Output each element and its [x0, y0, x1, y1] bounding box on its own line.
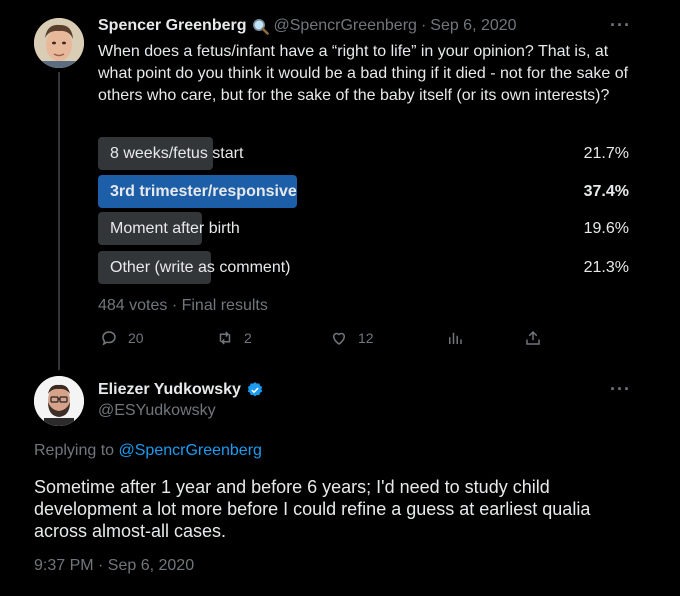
replying-to-prefix: Replying to — [34, 442, 119, 459]
reply-icon — [102, 331, 116, 346]
poll-option-percent: 37.4% — [583, 183, 629, 200]
author-handle[interactable]: @SpencrGreenberg — [274, 17, 417, 35]
retweet-icon — [219, 331, 231, 345]
tweet-text: When does a fetus/infant have a “right t… — [98, 43, 629, 104]
poll-option-label: Moment after birth — [110, 220, 240, 237]
separator: · — [420, 17, 427, 34]
share-button[interactable] — [524, 329, 542, 347]
share-icon — [526, 330, 540, 345]
poll-footer: 484 votes · Final results — [98, 297, 268, 314]
verified-badge-icon — [246, 381, 264, 399]
like-button[interactable]: 12 — [330, 329, 374, 347]
author-name[interactable]: Spencer Greenberg — [98, 17, 247, 35]
poll-option-1: 8 weeks/fetus start 21.7% — [98, 137, 633, 170]
reply-header: Eliezer Yudkowsky — [98, 381, 264, 399]
like-count: 12 — [358, 330, 374, 346]
spencer-avatar[interactable] — [34, 18, 84, 68]
reply-timestamp[interactable]: 9:37 PM · Sep 6, 2020 — [34, 557, 194, 575]
replying-to: Replying to @SpencrGreenberg — [34, 442, 262, 460]
poll-option-label: 8 weeks/fetus start — [110, 145, 244, 162]
replying-to-handle[interactable]: @SpencrGreenberg — [119, 442, 262, 459]
eliezer-avatar[interactable] — [34, 376, 84, 426]
poll-option-percent: 21.7% — [583, 145, 629, 162]
poll-option-label: 3rd trimester/responsive — [110, 183, 297, 200]
reply-button[interactable]: 20 — [100, 329, 144, 347]
more-options-icon[interactable]: ··· — [610, 379, 631, 400]
tweet-actions: 20 2 12 — [98, 329, 548, 353]
reply-author-handle[interactable]: @ESYudkowsky — [98, 402, 216, 420]
like-icon — [332, 332, 346, 345]
tweet-date[interactable]: Sep 6, 2020 — [430, 17, 516, 35]
poll-option-percent: 19.6% — [583, 220, 629, 237]
thread-line — [58, 72, 60, 370]
magnifier-emoji-icon — [252, 18, 269, 35]
more-options-icon[interactable]: ··· — [610, 15, 631, 36]
analytics-icon — [449, 332, 462, 344]
retweet-count: 2 — [244, 330, 252, 346]
reply-author-name[interactable]: Eliezer Yudkowsky — [98, 381, 241, 399]
reply-count: 20 — [128, 330, 144, 346]
reply-text: Sometime after 1 year and before 6 years… — [34, 477, 591, 541]
poll-option-3: Moment after birth 19.6% — [98, 212, 633, 245]
poll-option-percent: 21.3% — [583, 259, 629, 276]
poll-option-label: Other (write as comment) — [110, 259, 291, 276]
analytics-button[interactable] — [446, 329, 464, 347]
tweet-header: Spencer Greenberg @SpencrGreenberg · Sep… — [98, 17, 517, 35]
poll-option-4: Other (write as comment) 21.3% — [98, 251, 633, 284]
retweet-button[interactable]: 2 — [216, 329, 252, 347]
poll-option-2: 3rd trimester/responsive 37.4% — [98, 175, 633, 208]
